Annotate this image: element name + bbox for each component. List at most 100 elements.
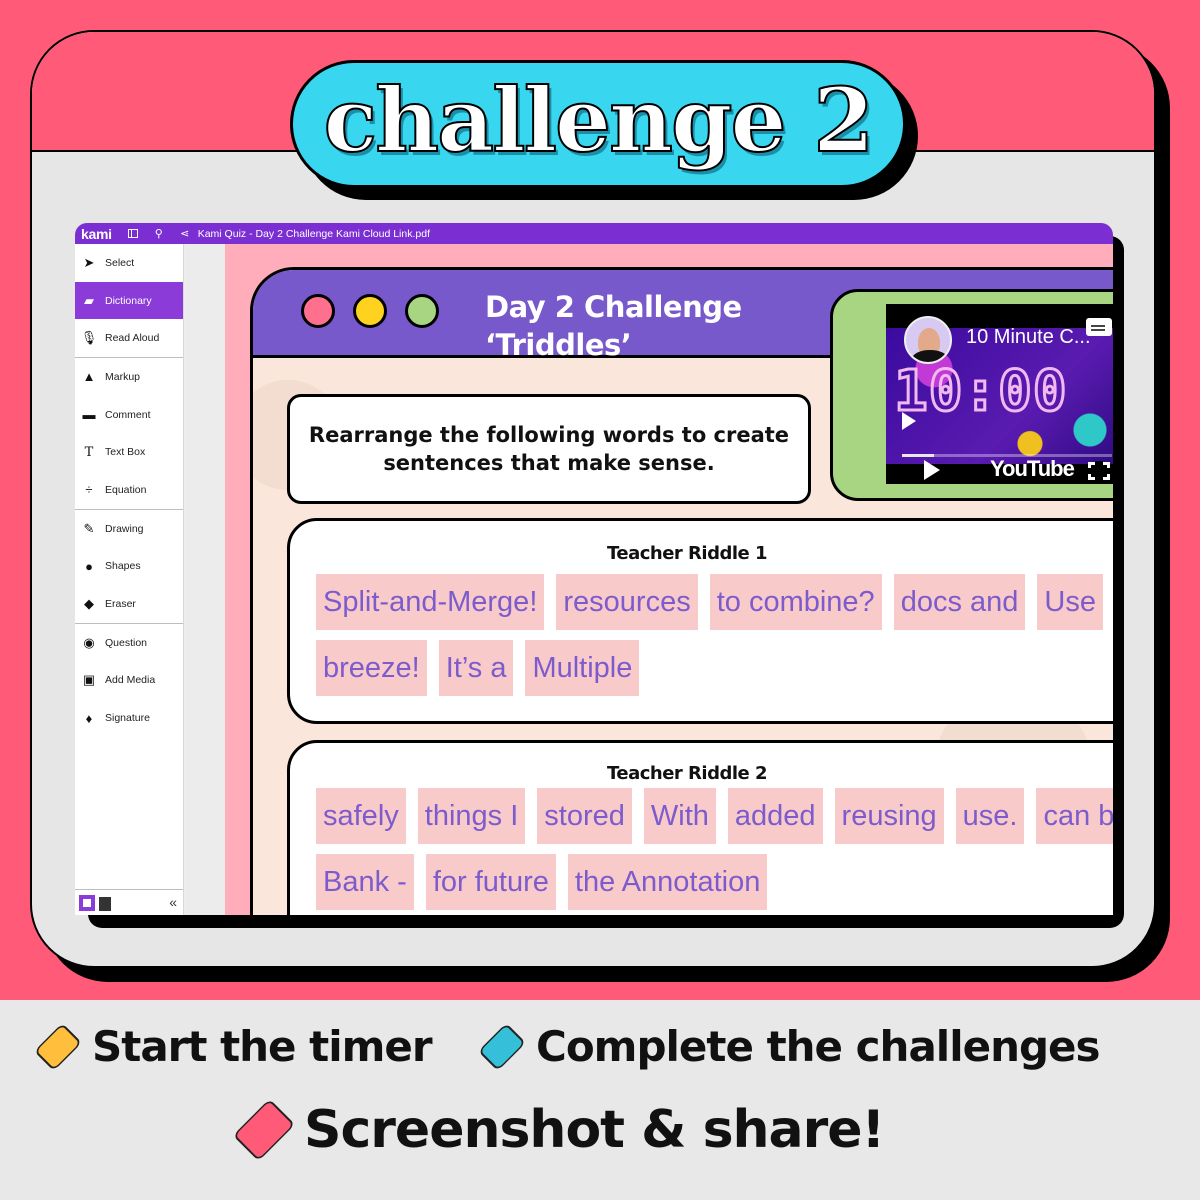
tool-label: Drawing [105,522,144,535]
slide-title-line2: ‘Triddles’ [485,328,632,362]
word-tile[interactable]: use. [955,788,1025,844]
tool-equation[interactable]: ÷ Equation [75,471,183,509]
word-tile[interactable]: breeze! [316,640,427,696]
fullscreen-icon[interactable] [1087,461,1111,481]
word-tile[interactable]: With [643,788,716,844]
word-tiles: safely things Istored With added reusing use.… [290,788,1113,910]
word-tile[interactable]: resources [556,574,698,630]
tool-label: Select [105,256,135,269]
tool-select[interactable]: ➤ Select [75,244,183,282]
sidebar-footer: « [75,889,183,915]
word-tile[interactable]: docs and [893,574,1026,630]
tool-drawing[interactable]: ✎ Drawing [75,510,183,548]
video-progress-fill [902,454,934,457]
cursor-icon: ➤ [83,254,95,270]
tool-signature[interactable]: ♦ Signature [75,699,183,737]
riddle-card-1: Teacher Riddle 1 Split-and-Merge! resourc… [287,518,1113,724]
timer-display: 10:00 [893,358,1069,426]
eraser-icon: ◆ [84,596,94,612]
sidebar-toggle-icon[interactable] [126,227,140,241]
tool-shapes[interactable]: ● Shapes [75,548,183,586]
riddle-title: Teacher Riddle 1 [606,543,768,564]
tool-markup[interactable]: ▲ Markup [75,358,183,396]
step-complete-challenges: Complete the challenges [477,1022,1101,1071]
tool-sidebar: ➤ Select ▰ Dictionary 🎙 Read Aloud ▲ Markup … [75,244,184,915]
word-tiles: Split-and-Merge! resources to combine? docs… [290,574,1113,696]
tool-add-media[interactable]: ▣ Add Media [75,662,183,700]
comment-icon: ▬ [82,407,96,423]
tool-label: Comment [105,408,151,421]
word-tile[interactable]: added [727,788,823,844]
kami-window: kami ⚲ ⋖ Kami Quiz - Day 2 Challenge Kam… [75,223,1113,915]
tool-read-aloud[interactable]: 🎙 Read Aloud [75,319,183,357]
kami-logo[interactable]: kami [81,226,112,242]
tool-eraser[interactable]: ◆ Eraser [75,585,183,623]
channel-avatar[interactable] [904,316,952,364]
text-icon: T [84,444,94,460]
kami-app-icon[interactable] [79,894,95,911]
collapse-sidebar-icon[interactable]: « [169,894,177,910]
word-tile[interactable]: for future [425,854,556,910]
play-overlay-icon[interactable] [902,412,916,430]
green-dot-icon [405,294,439,328]
tool-label: Add Media [105,674,156,687]
pen-nib-icon: ♦ [85,710,93,726]
tool-label: Eraser [105,598,136,611]
book-icon: ▰ [84,292,94,308]
youtube-logo[interactable]: YouTube [990,456,1075,482]
tool-comment[interactable]: ▬ Comment [75,396,183,434]
word-tile[interactable]: reusing [834,788,944,844]
window-dots [301,294,439,328]
yellow-dot-icon [353,294,387,328]
word-tile[interactable]: Split-and-Merge! [316,574,545,630]
challenge-title: challenge 2 [323,68,876,172]
slide-window: Day 2 Challenge ‘Triddles’ Rearrange the… [250,267,1113,915]
word-tile[interactable]: the Annotation [567,854,768,910]
document-canvas: Day 2 Challenge ‘Triddles’ Rearrange the… [225,244,1113,915]
word-tile[interactable]: to combine? [709,574,882,630]
tool-question[interactable]: ◉ Question [75,624,183,662]
word-tile[interactable]: It’s a [438,640,514,696]
microphone-icon: 🎙 [80,330,98,346]
brush-icon: ✎ [83,520,95,536]
play-icon[interactable] [924,460,940,480]
step-start-timer: Start the timer [33,1022,433,1071]
markup-icon: ▲ [82,369,96,385]
title-pill: challenge 2 [290,60,906,188]
tool-text-box[interactable]: T Text Box [75,433,183,471]
instructions-box: Rearrange the following words to create … [287,394,811,504]
red-dot-icon [301,294,335,328]
tool-label: Signature [105,712,150,725]
tool-label: Shapes [105,560,141,573]
tool-label: Dictionary [105,294,152,307]
word-tile[interactable]: things I [417,788,526,844]
word-tile[interactable]: Use [1037,574,1103,630]
kami-topbar: kami ⚲ ⋖ Kami Quiz - Day 2 Challenge Kam… [75,223,1113,244]
document-gutter [185,244,225,915]
word-tile[interactable]: Multiple [525,640,640,696]
captions-icon[interactable] [1086,318,1112,336]
tool-dictionary[interactable]: ▰ Dictionary [75,281,183,320]
step-screenshot-share: Screenshot & share! [232,1098,885,1162]
word-tile[interactable]: can be [1036,788,1113,844]
tool-label: Read Aloud [105,332,160,345]
tool-label: Question [105,636,148,649]
riddle-card-2: Teacher Riddle 2 safely things Istored Wit… [287,740,1113,915]
steps-footer: Start the timer Complete the challenges … [0,1000,1200,1200]
image-icon: ▣ [82,672,96,688]
app-switcher-icon[interactable] [99,896,111,911]
word-tile[interactable]: safely [316,788,406,844]
search-icon[interactable]: ⚲ [152,227,166,241]
divide-icon: ÷ [85,482,93,498]
step-label: Complete the challenges [536,1022,1101,1071]
word-tile[interactable]: stored [537,788,632,844]
question-icon: ◉ [83,634,95,650]
slide-title-line1: Day 2 Challenge [485,290,742,324]
tool-label: Equation [105,483,147,496]
yellow-diamond-icon [33,1022,83,1071]
video-title[interactable]: 10 Minute C... [966,326,1091,349]
youtube-video[interactable]: 10 Minute C... 10:00 YouTube [886,304,1113,484]
share-icon[interactable]: ⋖ [178,227,192,241]
word-tile[interactable]: Bank - [316,854,414,910]
step-label: Start the timer [92,1022,433,1071]
